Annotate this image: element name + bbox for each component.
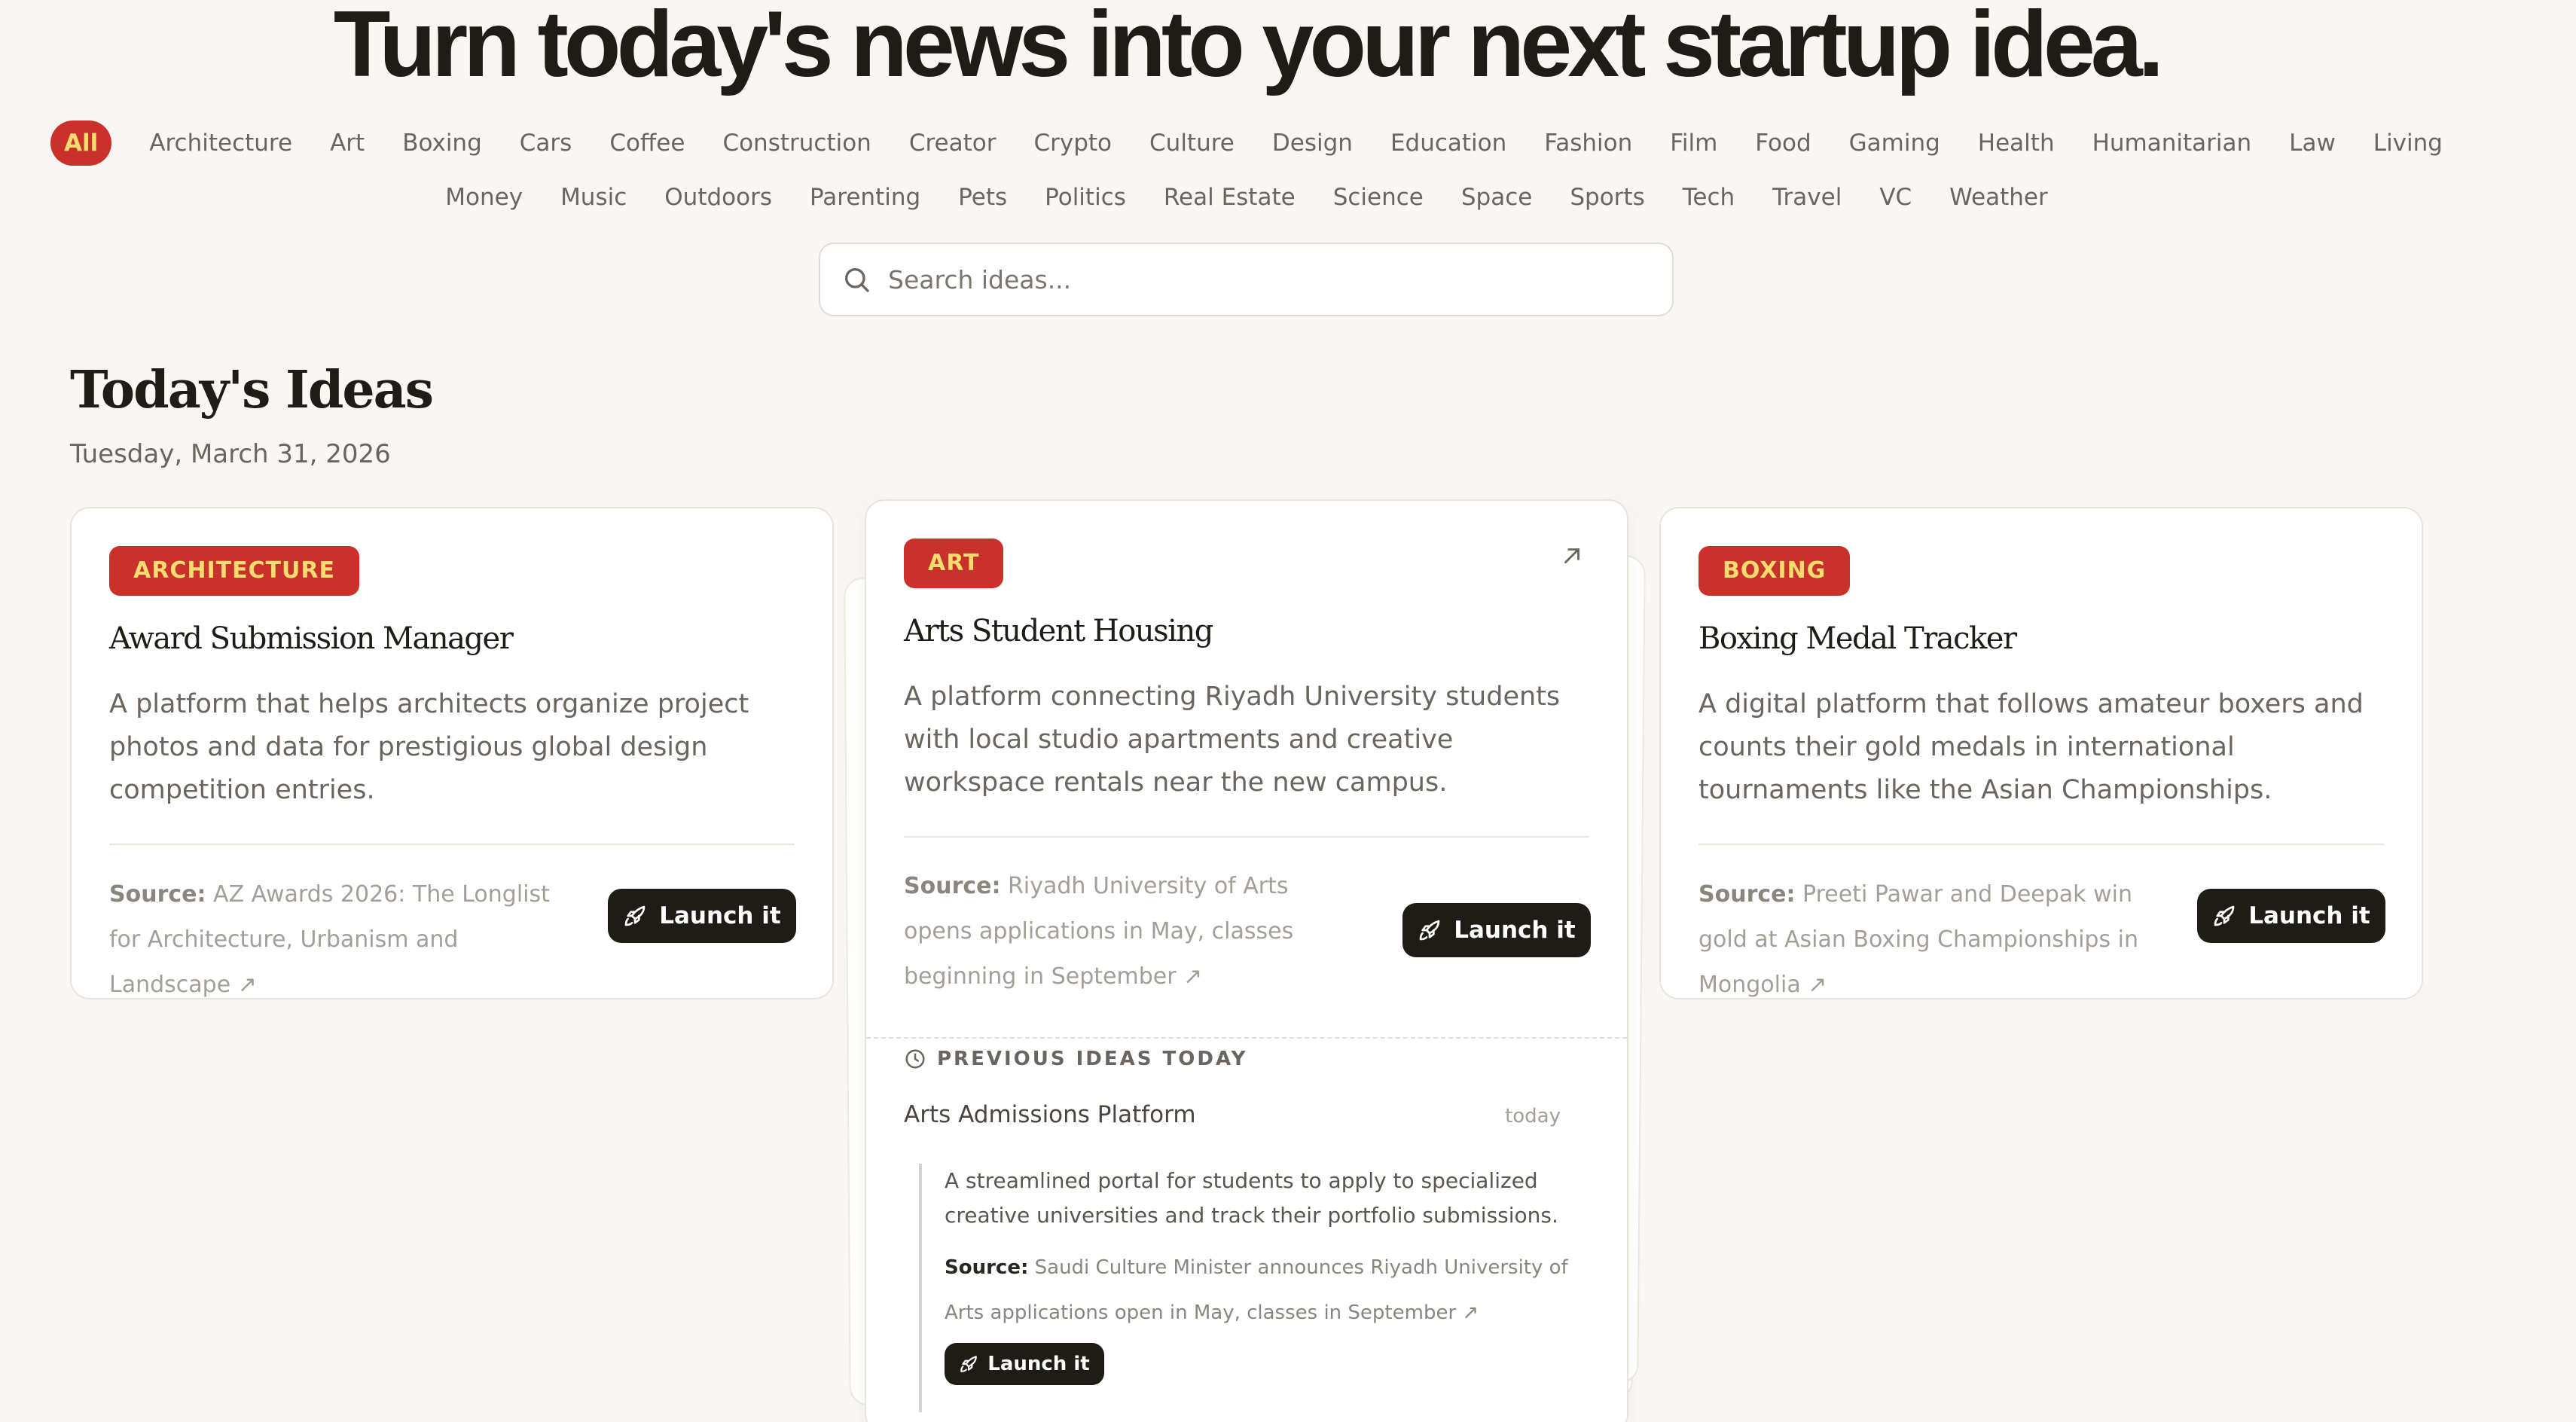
filter-film[interactable]: Film — [1670, 121, 1717, 166]
source-label: Source: — [109, 881, 206, 908]
previous-idea-source[interactable]: Source: Saudi Culture Minister announces… — [945, 1245, 1582, 1335]
search-bar[interactable] — [819, 243, 1674, 316]
filter-design[interactable]: Design — [1272, 121, 1353, 166]
idea-card-boxing[interactable]: BOXING Boxing Medal Tracker A digital pl… — [1659, 507, 2423, 999]
external-arrow-icon[interactable] — [1559, 543, 1585, 569]
filter-pets[interactable]: Pets — [958, 175, 1007, 220]
card-divider — [1699, 844, 2384, 845]
filter-vc[interactable]: VC — [1879, 175, 1912, 220]
section-title: Today's Ideas — [70, 360, 434, 420]
filter-real-estate[interactable]: Real Estate — [1164, 175, 1296, 220]
launch-it-label: Launch it — [2248, 902, 2370, 929]
idea-description: A digital platform that follows amateur … — [1699, 689, 2364, 805]
search-icon — [845, 268, 869, 292]
filter-parenting[interactable]: Parenting — [810, 175, 920, 220]
idea-card-art[interactable]: ART Arts Student Housing A platform conn… — [865, 499, 1628, 1422]
filter-food[interactable]: Food — [1755, 121, 1811, 166]
launch-it-button[interactable]: Launch it — [1402, 903, 1591, 957]
filter-gaming[interactable]: Gaming — [1849, 121, 1940, 166]
filter-coffee[interactable]: Coffee — [609, 121, 685, 166]
launch-it-button[interactable]: Launch it — [2197, 889, 2385, 943]
filter-space[interactable]: Space — [1461, 175, 1532, 220]
idea-source[interactable]: Source: AZ Awards 2026: The Longlist for… — [109, 872, 561, 1008]
filter-travel[interactable]: Travel — [1772, 175, 1842, 220]
filter-fashion[interactable]: Fashion — [1544, 121, 1632, 166]
previous-idea-title[interactable]: Arts Admissions Platform — [904, 1101, 1196, 1128]
rocket-icon — [624, 905, 646, 926]
launch-it-button[interactable]: Launch it — [608, 889, 796, 943]
filter-cars[interactable]: Cars — [520, 121, 572, 166]
filter-boxing[interactable]: Boxing — [402, 121, 482, 166]
source-link[interactable]: Saudi Culture Minister announces Riyadh … — [945, 1256, 1568, 1324]
idea-description: A platform connecting Riyadh University … — [904, 682, 1561, 798]
filter-outdoors[interactable]: Outdoors — [664, 175, 772, 220]
filter-culture[interactable]: Culture — [1149, 121, 1235, 166]
filter-living[interactable]: Living — [2373, 121, 2443, 166]
category-filter-row-2: Money Music Outdoors Parenting Pets Poli… — [0, 175, 2493, 220]
category-badge: ART — [904, 539, 1004, 588]
idea-title: Award Submission Manager — [109, 621, 514, 656]
launch-it-label: Launch it — [659, 902, 781, 929]
search-input[interactable] — [888, 264, 1641, 294]
rocket-icon — [960, 1356, 978, 1372]
launch-it-label: Launch it — [987, 1353, 1090, 1375]
filter-law[interactable]: Law — [2289, 121, 2336, 166]
filter-crypto[interactable]: Crypto — [1033, 121, 1112, 166]
filter-tech[interactable]: Tech — [1683, 175, 1735, 220]
filter-education[interactable]: Education — [1390, 121, 1506, 166]
card-divider — [109, 844, 795, 845]
filter-health[interactable]: Health — [1978, 121, 2055, 166]
previous-idea-time: today — [1505, 1105, 1561, 1128]
category-badge: ARCHITECTURE — [109, 546, 359, 596]
filter-construction[interactable]: Construction — [722, 121, 871, 166]
idea-source[interactable]: Source: Riyadh University of Arts opens … — [904, 864, 1356, 999]
page: Turn today's news into your next startup… — [0, 0, 2576, 1422]
launch-it-button[interactable]: Launch it — [945, 1343, 1104, 1385]
filter-architecture[interactable]: Architecture — [149, 121, 292, 166]
filter-science[interactable]: Science — [1333, 175, 1424, 220]
previous-idea-detail: A streamlined portal for students to app… — [919, 1164, 1582, 1412]
section-date: Tuesday, March 31, 2026 — [70, 439, 391, 469]
filter-all[interactable]: All — [50, 121, 112, 166]
idea-card-architecture[interactable]: ARCHITECTURE Award Submission Manager A … — [70, 507, 834, 999]
filter-creator[interactable]: Creator — [909, 121, 997, 166]
idea-title: Arts Student Housing — [904, 614, 1213, 648]
hero-title: Turn today's news into your next startup… — [333, 0, 2164, 96]
previous-idea-description: A streamlined portal for students to app… — [945, 1168, 1558, 1228]
filter-art[interactable]: Art — [330, 121, 365, 166]
filter-money[interactable]: Money — [445, 175, 523, 220]
idea-title: Boxing Medal Tracker — [1699, 621, 2017, 656]
source-label: Source: — [1699, 881, 1796, 908]
section-divider — [866, 1037, 1627, 1039]
filter-humanitarian[interactable]: Humanitarian — [2092, 121, 2252, 166]
filter-sports[interactable]: Sports — [1570, 175, 1644, 220]
filter-music[interactable]: Music — [560, 175, 627, 220]
idea-source[interactable]: Source: Preeti Pawar and Deepak win gold… — [1699, 872, 2181, 1008]
rocket-icon — [2214, 905, 2235, 926]
source-label: Source: — [904, 873, 1001, 899]
launch-it-label: Launch it — [1454, 917, 1576, 944]
card-divider — [904, 836, 1589, 838]
rocket-icon — [1419, 920, 1440, 941]
filter-politics[interactable]: Politics — [1045, 175, 1126, 220]
filter-weather[interactable]: Weather — [1949, 175, 2048, 220]
previous-ideas-header: PREVIOUS IDEAS TODAY — [904, 1048, 1247, 1070]
clock-icon — [905, 1049, 925, 1069]
previous-ideas-label: PREVIOUS IDEAS TODAY — [937, 1048, 1248, 1070]
category-badge: BOXING — [1699, 546, 1851, 596]
source-label: Source: — [945, 1256, 1029, 1279]
idea-description: A platform that helps architects organiz… — [109, 689, 749, 805]
category-filter-row-1: All Architecture Art Boxing Cars Coffee … — [0, 121, 2493, 166]
